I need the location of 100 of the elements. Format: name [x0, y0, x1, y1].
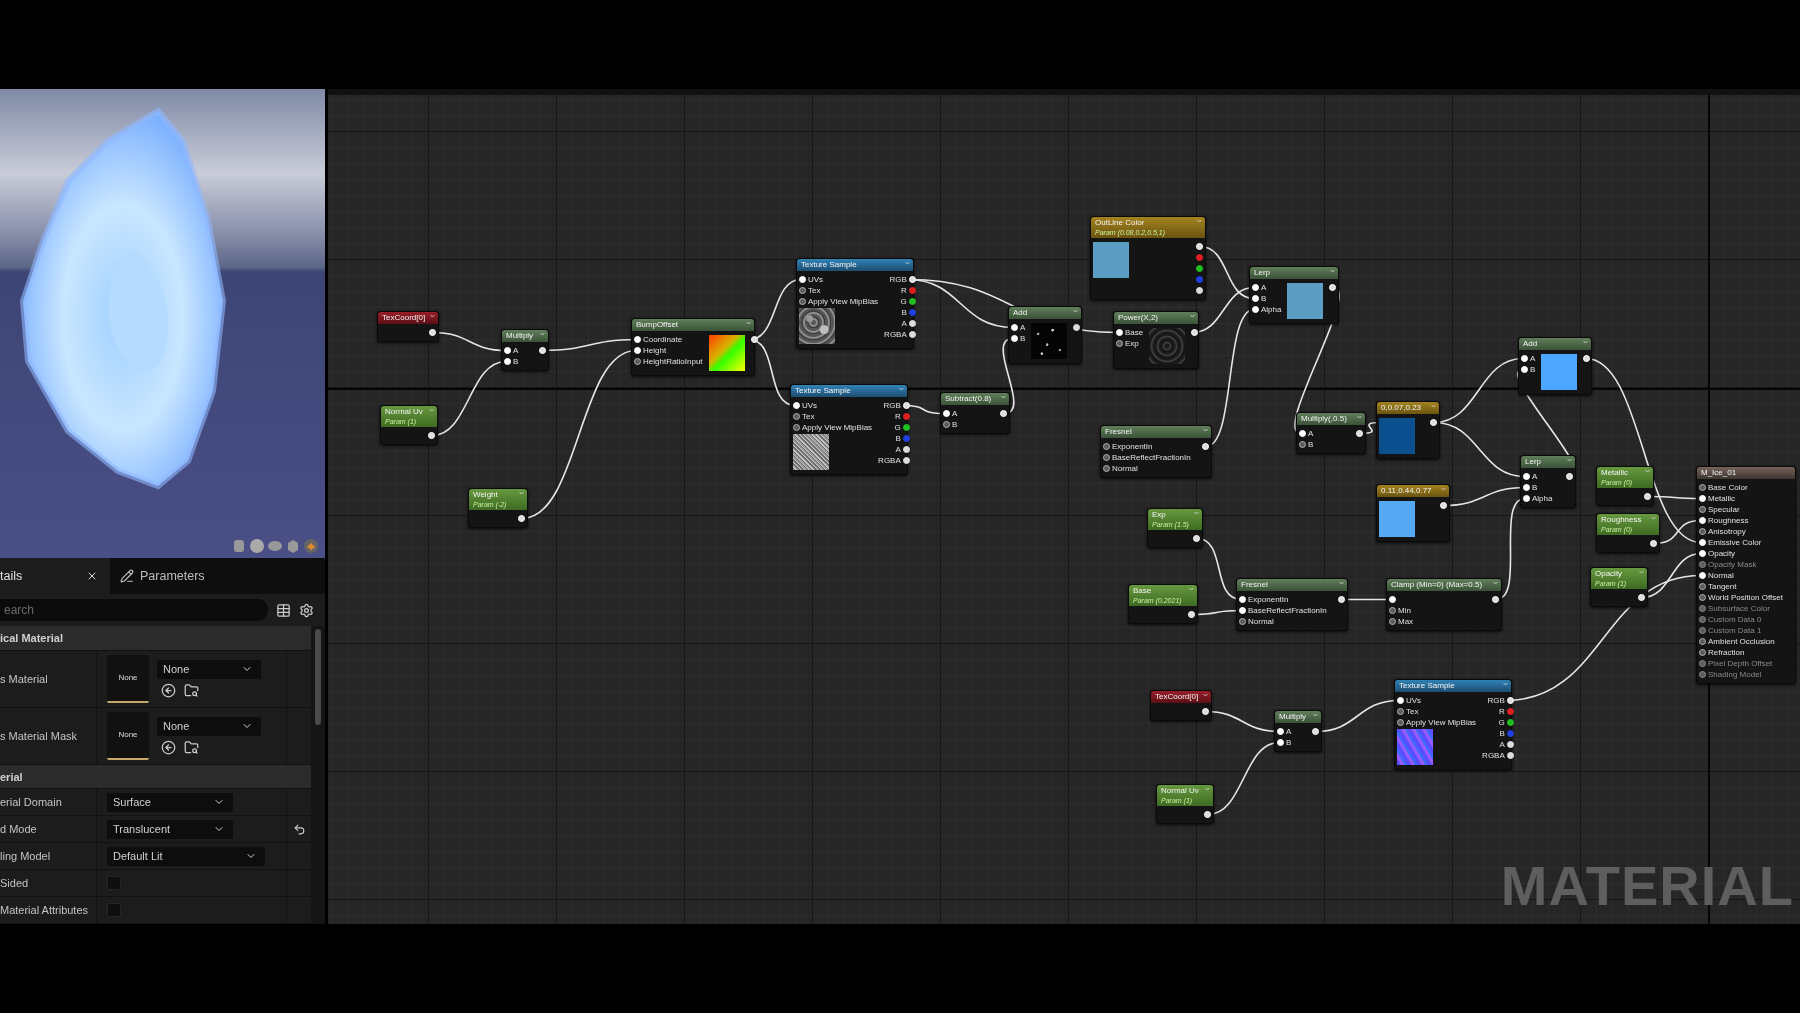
- input-pin[interactable]: [799, 287, 806, 294]
- input-pin[interactable]: [1699, 660, 1706, 667]
- output-pin[interactable]: [1196, 265, 1203, 272]
- graph-node[interactable]: [1696, 466, 1796, 684]
- input-pin[interactable]: [1699, 561, 1706, 568]
- graph-node[interactable]: Texture Sample UVs Tex Apply View MipBias RGB R G B A RGBA: [790, 384, 908, 475]
- graph-node[interactable]: Multiply(,0.5) A B: [1296, 412, 1366, 454]
- section-header[interactable]: ical Material: [0, 626, 311, 651]
- asset-dropdown[interactable]: None: [157, 716, 261, 736]
- node-title: Fresnel: [1241, 581, 1268, 589]
- input-pin[interactable]: [1699, 506, 1706, 513]
- graph-node[interactable]: Multiply A B: [1274, 710, 1322, 752]
- input-pin[interactable]: [793, 424, 800, 431]
- input-pin[interactable]: [1299, 441, 1306, 448]
- graph-node[interactable]: Texture Sample UVs Tex Apply View MipBias RGB R G B A RGBA: [796, 258, 914, 349]
- property-dropdown[interactable]: Translucent: [107, 819, 233, 839]
- chevron-icon[interactable]: [1339, 581, 1344, 585]
- input-pin[interactable]: [1699, 627, 1706, 634]
- graph-node[interactable]: TexCoord[0]: [1150, 690, 1212, 721]
- chevron-icon[interactable]: [1493, 581, 1498, 585]
- chevron-icon[interactable]: [1203, 428, 1208, 432]
- folder-search-icon[interactable]: [184, 682, 199, 698]
- graph-node[interactable]: Subtract(0.8) A B: [940, 392, 1010, 434]
- input-pin[interactable]: [943, 421, 950, 428]
- input-pin[interactable]: [1239, 618, 1246, 625]
- scrollbar-thumb[interactable]: [315, 629, 321, 725]
- settings-icon[interactable]: [299, 602, 314, 618]
- pin-label: BaseReflectFractionIn: [1112, 453, 1191, 462]
- chevron-icon[interactable]: [746, 321, 751, 325]
- search-field[interactable]: earch: [0, 599, 268, 621]
- asset-thumbnail[interactable]: None: [107, 654, 149, 703]
- chevron-icon[interactable]: [1357, 415, 1362, 419]
- chevron-icon[interactable]: [1190, 314, 1195, 318]
- graph-node[interactable]: Lerp A B Alpha: [1520, 455, 1576, 508]
- checkbox[interactable]: [107, 903, 121, 918]
- input-pin[interactable]: [1103, 443, 1110, 450]
- graph-node[interactable]: Lerp A B Alpha: [1249, 266, 1339, 324]
- chevron-icon[interactable]: [1001, 395, 1006, 399]
- input-pin[interactable]: [1397, 708, 1404, 715]
- folder-search-icon[interactable]: [184, 739, 199, 755]
- graph-node[interactable]: Power(X,2) Base Exp: [1113, 311, 1199, 369]
- pin-label: RGBA: [1482, 751, 1505, 760]
- graph-node[interactable]: Fresnel ExponentIn BaseReflectFractionIn Normal: [1236, 578, 1348, 631]
- input-pin[interactable]: [634, 358, 641, 365]
- chevron-icon[interactable]: [1583, 340, 1588, 344]
- asset-thumbnail[interactable]: None: [107, 711, 149, 760]
- property-dropdown[interactable]: Default Lit: [107, 846, 265, 866]
- chevron-icon[interactable]: [1073, 309, 1078, 313]
- input-pin[interactable]: [1699, 671, 1706, 678]
- chevron-icon[interactable]: [540, 332, 545, 336]
- checkbox[interactable]: [107, 876, 121, 891]
- input-pin[interactable]: [1397, 719, 1404, 726]
- input-pin[interactable]: [799, 298, 806, 305]
- chevron-icon[interactable]: [1330, 269, 1335, 273]
- input-pin[interactable]: [1103, 454, 1110, 461]
- node-title: Exp: [1152, 511, 1167, 519]
- chevron-icon[interactable]: [899, 387, 904, 391]
- input-pin[interactable]: [1699, 605, 1706, 612]
- node-title: 0,0.07,0.23: [1381, 404, 1422, 412]
- input-pin[interactable]: [1103, 465, 1110, 472]
- pin-label: Alpha: [1532, 494, 1553, 503]
- graph-node[interactable]: TexCoord[0]: [377, 311, 439, 342]
- property-dropdown[interactable]: Surface: [107, 792, 233, 812]
- input-pin[interactable]: [1116, 340, 1123, 347]
- input-pin[interactable]: [1699, 484, 1706, 491]
- asset-dropdown[interactable]: None: [157, 659, 261, 679]
- graph-node[interactable]: Fresnel ExponentIn BaseReflectFractionIn Normal: [1100, 425, 1212, 478]
- input-pin[interactable]: [1699, 638, 1706, 645]
- section-header[interactable]: erial: [0, 764, 311, 790]
- graph-node[interactable]: Clamp (Min=0) (Max=0.5) Min Max: [1386, 578, 1502, 631]
- input-pin[interactable]: [1389, 618, 1396, 625]
- output-pin[interactable]: [902, 424, 910, 431]
- input-pin[interactable]: [1699, 649, 1706, 656]
- panel-tab[interactable]: tails: [0, 558, 110, 594]
- node-title: Add: [1013, 309, 1028, 317]
- graph-node[interactable]: Multiply A B: [501, 329, 549, 371]
- input-pin[interactable]: [1699, 528, 1706, 535]
- close-icon[interactable]: [86, 570, 98, 582]
- cube-icon[interactable]: [285, 538, 301, 554]
- table-icon[interactable]: [276, 602, 291, 618]
- chevron-icon[interactable]: [905, 261, 910, 265]
- node-title: Multiply: [506, 332, 534, 340]
- graph-node[interactable]: Add A B: [1008, 306, 1082, 364]
- reset-icon[interactable]: [292, 822, 306, 836]
- chevron-icon[interactable]: [1203, 693, 1208, 697]
- output-pin[interactable]: [1506, 719, 1514, 726]
- output-pin[interactable]: [908, 298, 916, 305]
- graph-node[interactable]: Add A B: [1518, 337, 1592, 395]
- input-pin[interactable]: [793, 413, 800, 420]
- input-pin[interactable]: [1699, 583, 1706, 590]
- input-pin[interactable]: [1389, 607, 1396, 614]
- graph-node[interactable]: BumpOffset Coordinate Height HeightRatioInput: [631, 318, 755, 376]
- chevron-icon[interactable]: [430, 314, 435, 318]
- chevron-icon[interactable]: [1567, 458, 1572, 462]
- chevron-icon[interactable]: [1313, 713, 1318, 717]
- sphere-icon[interactable]: [249, 538, 265, 554]
- input-pin[interactable]: [1699, 616, 1706, 623]
- viewport-render[interactable]: [0, 89, 325, 558]
- graph-node[interactable]: Texture Sample UVs Tex Apply View MipBias RGB R G B A RGBA: [1394, 679, 1512, 770]
- input-pin[interactable]: [1699, 594, 1706, 601]
